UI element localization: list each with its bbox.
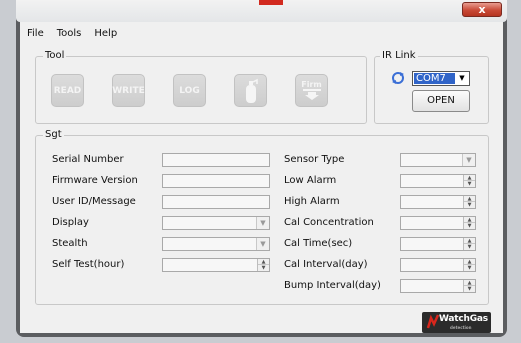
download-arrow-icon [302,89,321,100]
watchgas-logo: WatchGas detection [422,312,491,333]
stealth-select[interactable]: ▼ [162,237,270,251]
user-id-message-field[interactable] [162,195,270,209]
display-label: Display [52,217,89,228]
self-test-label: Self Test(hour) [52,259,125,270]
tool-group-title: Tool [43,50,67,62]
ir-link-group: IR Link COM7 ▼ OPEN [374,50,489,124]
cal-interval-label: Cal Interval(day) [284,259,368,270]
chevron-down-icon[interactable]: ▼ [256,238,269,250]
spin-down-icon[interactable]: ▼ [464,202,475,208]
serial-number-field[interactable] [162,153,270,167]
low-alarm-label: Low Alarm [284,175,337,186]
chevron-down-icon[interactable]: ▼ [256,217,269,229]
cylinder-button[interactable] [234,74,267,107]
firmware-button-label: Firm [301,80,322,89]
menu-file[interactable]: File [20,26,50,42]
spin-down-icon[interactable]: ▼ [464,265,475,271]
menu-tools[interactable]: Tools [50,26,88,42]
spin-down-icon[interactable]: ▼ [258,265,269,271]
firmware-button[interactable]: Firm [295,74,328,107]
chevron-down-icon[interactable]: ▼ [456,73,468,84]
stealth-label: Stealth [52,238,88,249]
open-button[interactable]: OPEN [412,90,470,112]
write-button[interactable]: WRITE [112,74,145,107]
log-button[interactable]: LOG [173,74,206,107]
com-port-select[interactable]: COM7 ▼ [412,71,470,86]
sensor-type-select[interactable]: ▼ [400,153,476,167]
close-button[interactable]: x [462,2,502,17]
self-test-spinner[interactable]: ▲ ▼ [162,258,270,272]
gas-cylinder-icon [245,78,258,103]
client-area: File Tools Help Tool READ WRITE LOG Firm [20,22,503,333]
logo-text: WatchGas [439,314,488,324]
chevron-down-icon[interactable]: ▼ [462,154,475,166]
cal-time-spinner[interactable]: ▲ ▼ [400,237,476,251]
app-window-frame: x File Tools Help Tool READ WRITE LOG Fi… [16,0,507,337]
high-alarm-label: High Alarm [284,196,340,207]
cal-time-label: Cal Time(sec) [284,238,353,249]
spin-down-icon[interactable]: ▼ [464,286,475,292]
title-accent [259,0,283,5]
ir-link-title: IR Link [380,50,418,62]
watchgas-logo-mark [426,314,440,329]
low-alarm-spinner[interactable]: ▲ ▼ [400,174,476,188]
cal-interval-spinner[interactable]: ▲ ▼ [400,258,476,272]
high-alarm-spinner[interactable]: ▲ ▼ [400,195,476,209]
cal-concentration-spinner[interactable]: ▲ ▼ [400,216,476,230]
bump-interval-spinner[interactable]: ▲ ▼ [400,279,476,293]
com-port-value: COM7 [413,72,456,85]
sgt-group: Sgt Serial Number Firmware Version User … [35,129,489,305]
spin-down-icon[interactable]: ▼ [464,181,475,187]
display-select[interactable]: ▼ [162,216,270,230]
menu-bar: File Tools Help [20,26,123,42]
logo-subtext: detection [450,325,472,330]
refresh-icon[interactable] [391,71,405,85]
title-bar: x [16,0,507,22]
spin-down-icon[interactable]: ▼ [464,223,475,229]
tool-group: Tool READ WRITE LOG Firm [35,50,367,124]
serial-number-label: Serial Number [52,154,124,165]
firmware-version-label: Firmware Version [52,175,138,186]
cal-concentration-label: Cal Concentration [284,217,374,228]
sensor-type-label: Sensor Type [284,154,345,165]
menu-help[interactable]: Help [87,26,123,42]
sgt-group-title: Sgt [43,129,64,141]
bump-interval-label: Bump Interval(day) [284,280,381,291]
read-button[interactable]: READ [51,74,84,107]
spin-down-icon[interactable]: ▼ [464,244,475,250]
firmware-version-field[interactable] [162,174,270,188]
user-id-message-label: User ID/Message [52,196,136,207]
